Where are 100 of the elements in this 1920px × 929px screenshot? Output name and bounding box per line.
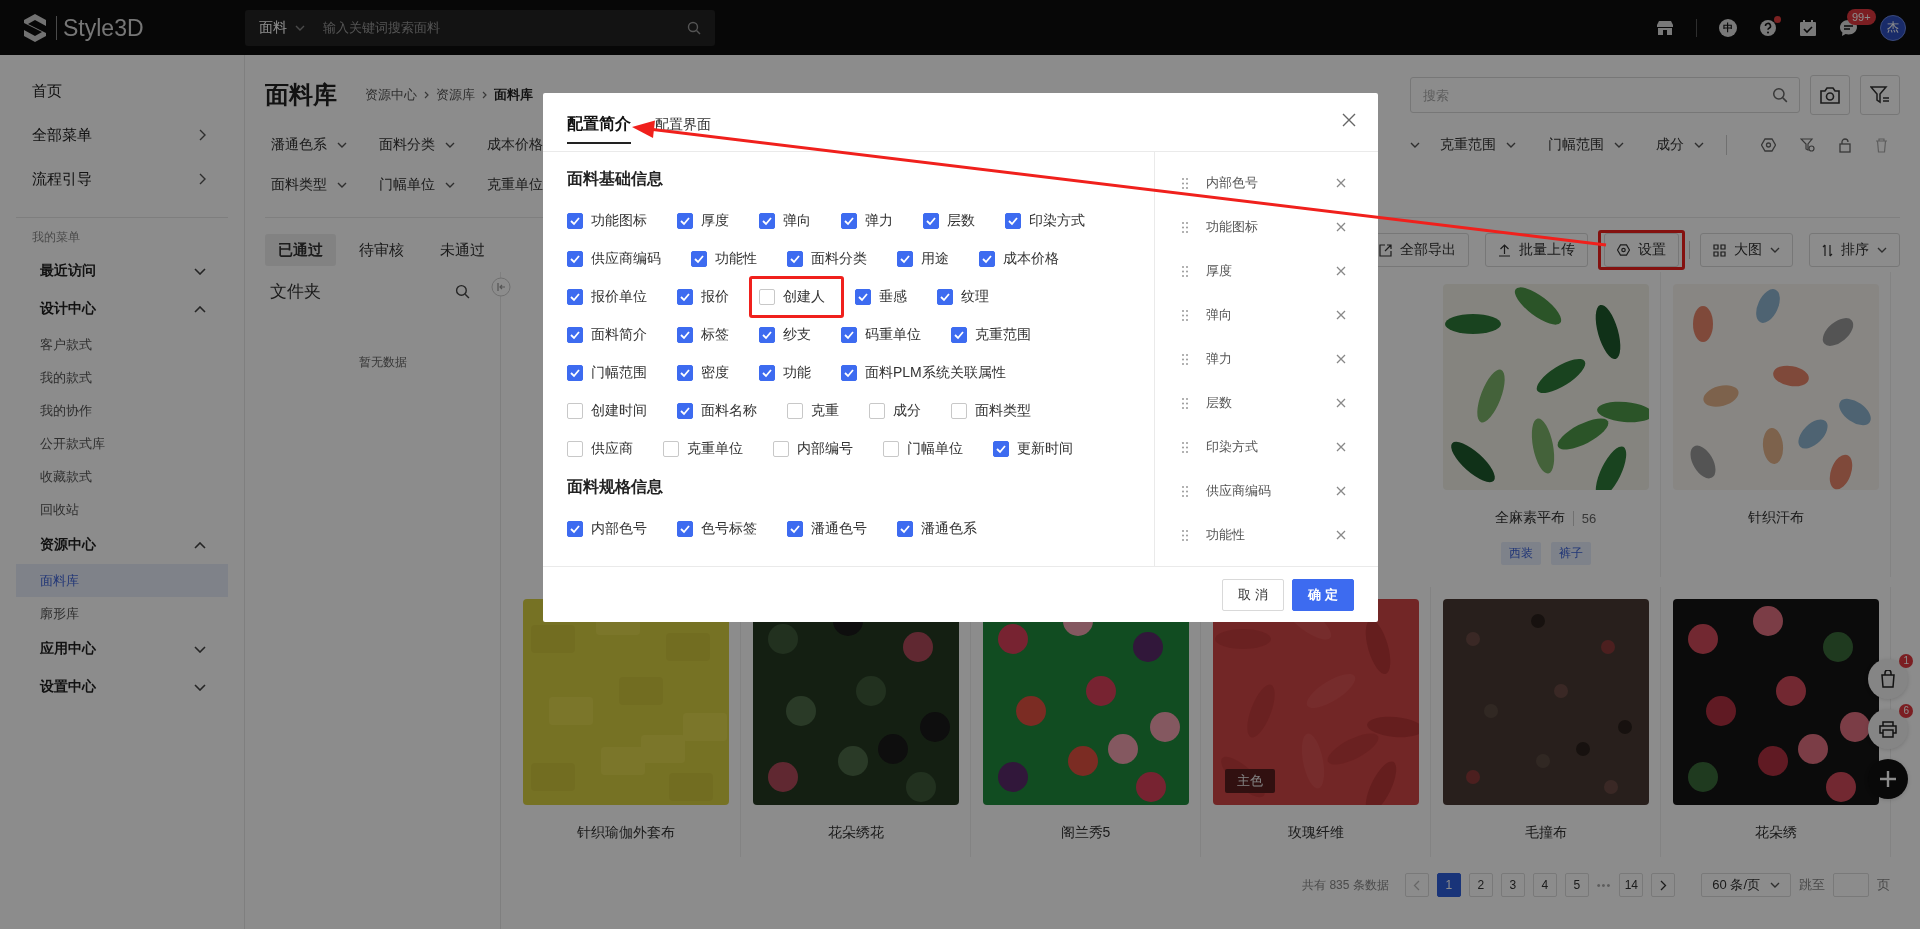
menu-group[interactable]: 设计中心 bbox=[16, 290, 228, 328]
menu-group[interactable]: 最近访问 bbox=[16, 252, 228, 290]
menu-item[interactable]: 客户款式 bbox=[16, 328, 228, 361]
page-button[interactable]: 5 bbox=[1564, 873, 1589, 897]
menu-item[interactable]: 流程引导 bbox=[16, 157, 228, 201]
breadcrumb-link[interactable]: 资源中心 bbox=[365, 86, 417, 104]
filter-dropdown[interactable]: 面料类型 bbox=[271, 176, 347, 194]
checkbox[interactable] bbox=[937, 289, 953, 305]
filter-dropdown[interactable]: 成分 bbox=[1656, 136, 1704, 154]
confirm-button[interactable]: 确定 bbox=[1292, 578, 1354, 611]
drag-handle-icon[interactable] bbox=[1182, 265, 1188, 277]
checkbox[interactable] bbox=[567, 251, 583, 267]
checkbox[interactable] bbox=[567, 213, 583, 229]
filter-button[interactable] bbox=[1860, 75, 1900, 115]
remove-icon[interactable] bbox=[1336, 310, 1346, 320]
menu-group[interactable]: 设置中心 bbox=[16, 668, 228, 706]
settings-button[interactable]: 设置 bbox=[1604, 233, 1679, 267]
lock-icon[interactable] bbox=[1839, 137, 1851, 153]
menu-item[interactable]: 面料库 bbox=[16, 564, 228, 597]
drag-handle-icon[interactable] bbox=[1182, 221, 1188, 233]
menu-item[interactable]: 全部菜单 bbox=[16, 113, 228, 157]
drag-handle-icon[interactable] bbox=[1182, 529, 1188, 541]
checkbox[interactable] bbox=[883, 441, 899, 457]
checkbox[interactable] bbox=[979, 251, 995, 267]
menu-group[interactable]: 资源中心 bbox=[16, 526, 228, 564]
filter-dropdown[interactable]: 面料分类 bbox=[379, 136, 455, 154]
checkbox[interactable] bbox=[567, 403, 583, 419]
view-button[interactable]: 大图 bbox=[1700, 233, 1793, 267]
checkbox[interactable] bbox=[841, 327, 857, 343]
search-icon[interactable] bbox=[1772, 87, 1788, 103]
filter-dropdown[interactable]: 门幅单位 bbox=[379, 176, 455, 194]
calendar-icon[interactable] bbox=[1799, 18, 1817, 37]
checkbox[interactable] bbox=[773, 441, 789, 457]
checkbox[interactable] bbox=[663, 441, 679, 457]
menu-item[interactable]: 廓形库 bbox=[16, 597, 228, 630]
menu-item[interactable]: 我的款式 bbox=[16, 361, 228, 394]
settings-icon[interactable] bbox=[1761, 138, 1776, 152]
checkbox[interactable] bbox=[677, 213, 693, 229]
drag-handle-icon[interactable] bbox=[1182, 397, 1188, 409]
checkbox[interactable] bbox=[677, 403, 693, 419]
sort-button[interactable]: 排序 bbox=[1809, 233, 1900, 267]
drag-handle-icon[interactable] bbox=[1182, 309, 1188, 321]
checkbox[interactable] bbox=[759, 327, 775, 343]
status-tab[interactable]: 未通过 bbox=[427, 234, 498, 266]
menu-item[interactable]: 收藏款式 bbox=[16, 460, 228, 493]
user-avatar[interactable]: 杰 bbox=[1880, 14, 1906, 41]
status-tab[interactable]: 已通过 bbox=[265, 234, 336, 266]
remove-icon[interactable] bbox=[1336, 178, 1346, 188]
checkbox[interactable] bbox=[759, 365, 775, 381]
checkbox[interactable] bbox=[841, 365, 857, 381]
checkbox[interactable] bbox=[951, 327, 967, 343]
drag-handle-icon[interactable] bbox=[1182, 485, 1188, 497]
checkbox[interactable] bbox=[691, 251, 707, 267]
checkbox[interactable] bbox=[923, 213, 939, 229]
status-tab[interactable]: 待审核 bbox=[346, 234, 417, 266]
checkbox[interactable] bbox=[677, 327, 693, 343]
language-button[interactable]: 中 bbox=[1719, 18, 1737, 37]
remove-icon[interactable] bbox=[1336, 486, 1346, 496]
checkbox[interactable] bbox=[897, 521, 913, 537]
drag-handle-icon[interactable] bbox=[1182, 177, 1188, 189]
checkbox[interactable] bbox=[951, 403, 967, 419]
checkbox[interactable] bbox=[993, 441, 1009, 457]
search-icon[interactable] bbox=[455, 283, 470, 299]
menu-group[interactable]: 应用中心 bbox=[16, 630, 228, 668]
scope-dropdown[interactable]: 面料 bbox=[259, 18, 305, 37]
page-button[interactable]: 4 bbox=[1532, 873, 1557, 897]
menu-item[interactable]: 我的协作 bbox=[16, 394, 228, 427]
drag-handle-icon[interactable] bbox=[1182, 353, 1188, 365]
checkbox[interactable] bbox=[897, 251, 913, 267]
checkbox[interactable] bbox=[567, 521, 583, 537]
menu-item[interactable]: 首页 bbox=[16, 69, 228, 113]
checkbox[interactable] bbox=[841, 213, 857, 229]
store-icon[interactable] bbox=[1656, 19, 1674, 36]
add-button[interactable] bbox=[1868, 759, 1908, 799]
search-icon[interactable] bbox=[687, 20, 701, 35]
checkbox[interactable] bbox=[1005, 213, 1021, 229]
drag-handle-icon[interactable] bbox=[1182, 441, 1188, 453]
page-button[interactable]: 2 bbox=[1468, 873, 1493, 897]
checkbox[interactable] bbox=[787, 521, 803, 537]
search-input[interactable]: 输入关键词搜索面料 bbox=[321, 19, 671, 36]
checkbox[interactable] bbox=[677, 289, 693, 305]
filter-clear-icon[interactable] bbox=[1800, 138, 1815, 152]
checkbox[interactable] bbox=[759, 289, 775, 305]
checkbox[interactable] bbox=[567, 441, 583, 457]
checkbox[interactable] bbox=[567, 365, 583, 381]
checkbox[interactable] bbox=[855, 289, 871, 305]
menu-item[interactable]: 回收站 bbox=[16, 493, 228, 526]
search-field[interactable]: 面料 输入关键词搜索面料 bbox=[245, 9, 715, 46]
checkbox[interactable] bbox=[567, 289, 583, 305]
page-button[interactable]: 14 bbox=[1619, 873, 1644, 897]
help-icon[interactable] bbox=[1759, 18, 1777, 37]
checkbox[interactable] bbox=[787, 403, 803, 419]
checkbox[interactable] bbox=[677, 365, 693, 381]
filter-dropdown[interactable]: 克重范围 bbox=[1440, 136, 1516, 154]
checkbox[interactable] bbox=[869, 403, 885, 419]
remove-icon[interactable] bbox=[1336, 442, 1346, 452]
remove-icon[interactable] bbox=[1336, 354, 1346, 364]
checkbox[interactable] bbox=[787, 251, 803, 267]
page-button[interactable]: 3 bbox=[1500, 873, 1525, 897]
page-button[interactable]: 1 bbox=[1436, 873, 1461, 897]
